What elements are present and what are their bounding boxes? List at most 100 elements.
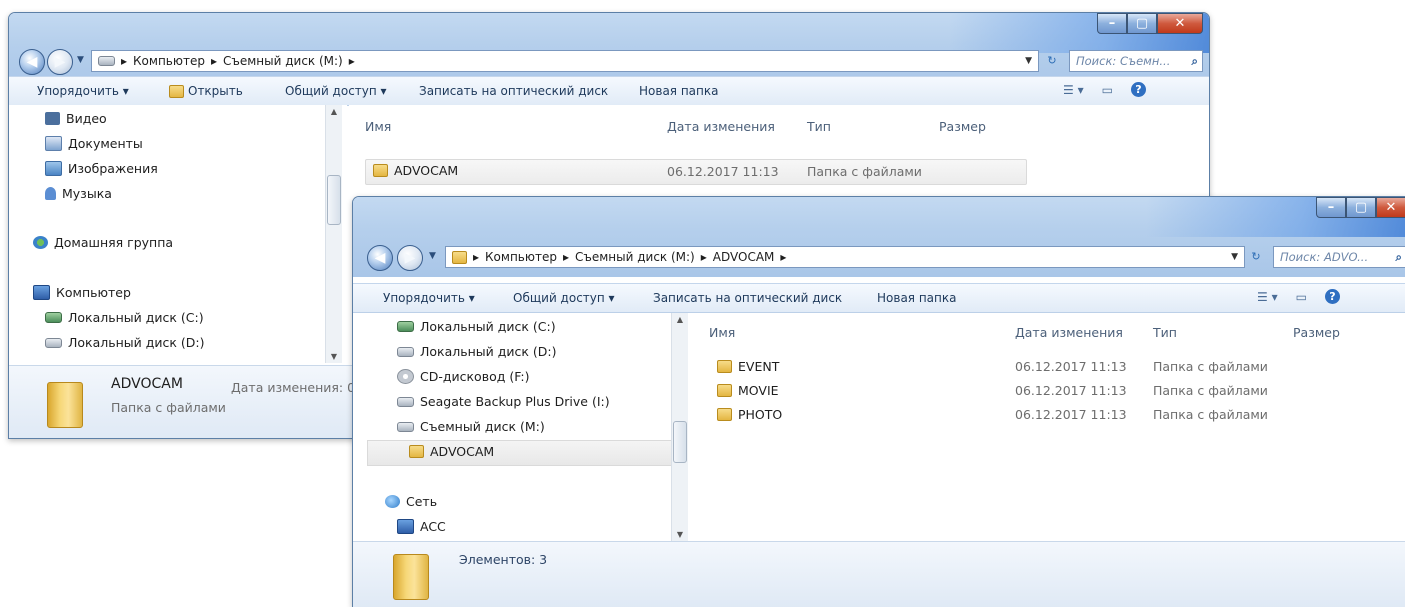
column-header-type[interactable]: Тип: [807, 119, 831, 134]
date-cell: 06.12.2017 11:13: [1015, 407, 1127, 422]
nav-label: Локальный диск (D:): [68, 335, 205, 350]
search-placeholder: Поиск: ADVO...: [1280, 250, 1369, 264]
nav-item-drive-c[interactable]: Локальный диск (C:): [45, 310, 204, 325]
nav-label: Съемный диск (M:): [420, 419, 545, 434]
organize-button[interactable]: Упорядочить ▾: [37, 84, 129, 98]
back-button[interactable]: ◀: [367, 245, 393, 271]
share-button[interactable]: Общий доступ ▾: [285, 84, 387, 98]
refresh-icon[interactable]: ↻: [1245, 246, 1267, 266]
nav-item-homegroup[interactable]: Домашняя группа: [33, 235, 173, 250]
address-bar[interactable]: ▸ Компьютер ▸ Съемный диск (M:) ▸ ▼: [91, 50, 1039, 72]
column-header-name[interactable]: Имя: [709, 325, 735, 340]
help-icon[interactable]: ?: [1130, 82, 1146, 97]
column-header-date[interactable]: Дата изменения: [1015, 325, 1123, 340]
burn-button[interactable]: Записать на оптический диск: [419, 84, 608, 98]
navigation-row: ◀ ▶ ▼ ▸ Компьютер ▸ Съемный диск (M:) ▸ …: [353, 243, 1405, 271]
minimize-button[interactable]: –: [1097, 13, 1127, 34]
nav-item-music[interactable]: Музыка: [45, 186, 112, 201]
maximize-button[interactable]: ▢: [1127, 13, 1157, 34]
scroll-down-icon[interactable]: ▼: [326, 352, 342, 361]
search-input[interactable]: Поиск: ADVO... ⌕: [1273, 246, 1405, 268]
organize-button[interactable]: Упорядочить ▾: [383, 291, 475, 305]
address-bar[interactable]: ▸ Компьютер ▸ Съемный диск (M:) ▸ ADVOCA…: [445, 246, 1245, 268]
nav-item-documents[interactable]: Документы: [45, 136, 143, 151]
file-list: Имя Дата изменения Тип Размер EVENT 06.1…: [695, 313, 1405, 541]
new-folder-button[interactable]: Новая папка: [877, 291, 956, 305]
nav-scrollbar[interactable]: ▲ ▼: [325, 105, 342, 363]
folder-icon: [409, 445, 424, 458]
nav-item-pictures[interactable]: Изображения: [45, 161, 158, 176]
forward-button[interactable]: ▶: [397, 245, 423, 271]
nav-item-removable-m[interactable]: Съемный диск (M:): [397, 419, 545, 434]
scroll-up-icon[interactable]: ▲: [326, 107, 342, 116]
recent-pages-dropdown-icon[interactable]: ▼: [429, 251, 436, 261]
nav-item-seagate-drive[interactable]: Seagate Backup Plus Drive (I:): [397, 394, 610, 409]
search-icon[interactable]: ⌕: [1192, 54, 1198, 69]
share-button[interactable]: Общий доступ ▾: [513, 291, 615, 305]
back-button[interactable]: ◀: [19, 49, 45, 75]
breadcrumb-item[interactable]: ADVOCAM: [713, 250, 775, 264]
column-header-date[interactable]: Дата изменения: [667, 119, 775, 134]
scroll-thumb[interactable]: [327, 175, 341, 225]
maximize-button[interactable]: ▢: [1346, 197, 1376, 218]
minimize-button[interactable]: –: [1316, 197, 1346, 218]
search-icon[interactable]: ⌕: [1396, 250, 1402, 265]
nav-label: Изображения: [68, 161, 158, 176]
address-dropdown-icon[interactable]: ▼: [1231, 252, 1238, 262]
nav-label: CD-дисковод (F:): [420, 369, 530, 384]
column-header-size[interactable]: Размер: [939, 119, 986, 134]
scroll-up-icon[interactable]: ▲: [672, 315, 688, 324]
breadcrumb-item[interactable]: Съемный диск (M:): [223, 54, 343, 68]
caption-buttons: – ▢ ✕: [1097, 13, 1203, 34]
preview-pane-icon[interactable]: ▭: [1296, 290, 1307, 304]
breadcrumb-item[interactable]: Съемный диск (M:): [575, 250, 695, 264]
computer-icon: [33, 285, 50, 300]
large-folder-icon: [393, 554, 429, 600]
help-icon[interactable]: ?: [1324, 289, 1340, 304]
column-header-size[interactable]: Размер: [1293, 325, 1340, 340]
breadcrumb-item[interactable]: Компьютер: [133, 54, 205, 68]
scroll-thumb[interactable]: [673, 421, 687, 463]
open-button[interactable]: Открыть: [169, 84, 243, 98]
nav-label: Локальный диск (C:): [420, 319, 556, 334]
new-folder-button[interactable]: Новая папка: [639, 84, 718, 98]
nav-item-drive-d[interactable]: Локальный диск (D:): [45, 335, 205, 350]
scroll-down-icon[interactable]: ▼: [672, 530, 688, 539]
item-count: Элементов: 3: [459, 552, 548, 567]
change-view-icon[interactable]: ☰ ▾: [1063, 83, 1084, 97]
nav-item-computer[interactable]: Компьютер: [33, 285, 131, 300]
recent-pages-dropdown-icon[interactable]: ▼: [77, 55, 84, 65]
caption-buttons: – ▢ ✕: [1316, 197, 1405, 218]
nav-item-cd-drive[interactable]: CD-дисковод (F:): [397, 369, 530, 384]
column-header-type[interactable]: Тип: [1153, 325, 1177, 340]
music-icon: [45, 187, 56, 200]
forward-button[interactable]: ▶: [47, 49, 73, 75]
table-row[interactable]: MOVIE: [717, 383, 779, 398]
nav-item-drive-c[interactable]: Локальный диск (C:): [397, 319, 556, 334]
nav-item-advocam[interactable]: ADVOCAM: [409, 444, 494, 459]
change-view-icon[interactable]: ☰ ▾: [1257, 290, 1278, 304]
drive-icon: [45, 337, 62, 348]
search-input[interactable]: Поиск: Съемн... ⌕: [1069, 50, 1203, 72]
preview-pane-icon[interactable]: ▭: [1102, 83, 1113, 97]
breadcrumb-item[interactable]: Компьютер: [485, 250, 557, 264]
cd-drive-icon: [397, 369, 414, 384]
command-bar: Упорядочить ▾ Открыть Общий доступ ▾ Зап…: [9, 76, 1209, 106]
view-controls: ☰ ▾ ▭ ?: [1063, 82, 1146, 97]
column-header-name[interactable]: Имя: [365, 119, 391, 134]
table-row[interactable]: PHOTO: [717, 407, 782, 422]
nav-scrollbar[interactable]: ▲ ▼: [671, 313, 688, 541]
table-row[interactable]: EVENT: [717, 359, 779, 374]
nav-label: Музыка: [62, 186, 112, 201]
nav-item-acc[interactable]: ACC: [397, 519, 446, 534]
nav-item-video[interactable]: Видео: [45, 111, 107, 126]
close-button[interactable]: ✕: [1157, 13, 1203, 34]
nav-item-drive-d[interactable]: Локальный диск (D:): [397, 344, 557, 359]
file-name-cell[interactable]: ADVOCAM: [373, 163, 458, 178]
burn-button[interactable]: Записать на оптический диск: [653, 291, 842, 305]
nav-item-network[interactable]: Сеть: [385, 494, 437, 509]
refresh-icon[interactable]: ↻: [1041, 50, 1063, 70]
close-button[interactable]: ✕: [1376, 197, 1405, 218]
address-dropdown-icon[interactable]: ▼: [1025, 56, 1032, 66]
computer-icon: [397, 519, 414, 534]
